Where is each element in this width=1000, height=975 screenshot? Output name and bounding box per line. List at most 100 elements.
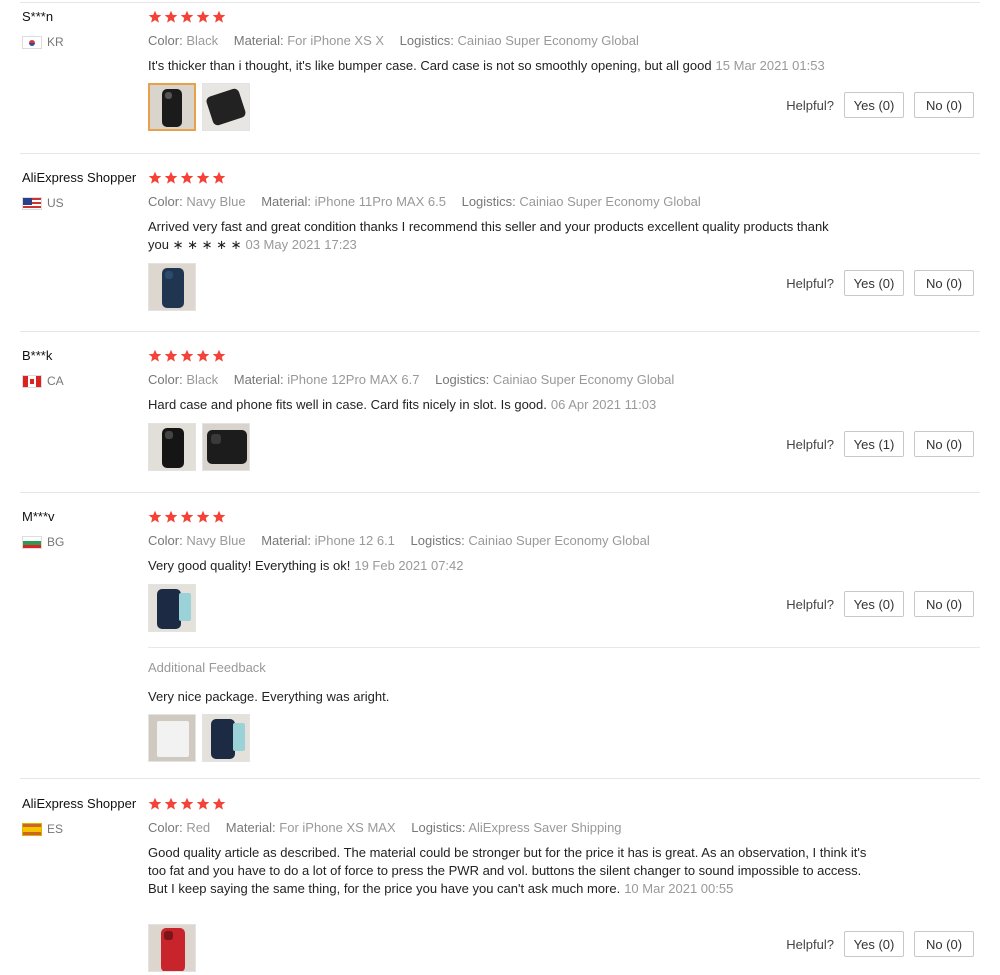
star-icon: [196, 510, 210, 523]
material-value: For iPhone XS X: [287, 33, 385, 48]
color-label: Color:: [148, 33, 183, 48]
order-attributes: Color: Navy Blue Material: iPhone 11Pro …: [148, 194, 701, 209]
order-attributes: Color: Red Material: For iPhone XS MAX L…: [148, 820, 622, 835]
star-icon: [180, 510, 194, 523]
helpful-votes: Helpful? Yes (1) No (0): [786, 431, 974, 457]
helpful-yes-button[interactable]: Yes (1): [844, 431, 904, 457]
star-icon: [180, 797, 194, 810]
review-date: 10 Mar 2021 00:55: [624, 881, 734, 896]
rating-stars: [148, 510, 226, 524]
reviewer-country: BG: [22, 535, 64, 549]
review-date: 19 Feb 2021 07:42: [354, 558, 464, 573]
helpful-yes-button[interactable]: Yes (0): [844, 270, 904, 296]
material-value: iPhone 12Pro MAX 6.7: [287, 372, 420, 387]
logistics-value: Cainiao Super Economy Global: [492, 372, 675, 387]
star-icon: [212, 349, 226, 362]
star-icon: [148, 349, 162, 362]
flag-es-icon: [22, 822, 42, 836]
material-label: Material:: [261, 194, 312, 209]
material-label: Material:: [225, 820, 276, 835]
helpful-yes-button[interactable]: Yes (0): [844, 931, 904, 957]
logistics-label: Logistics:: [461, 194, 516, 209]
star-icon: [164, 10, 178, 23]
color-value: Black: [186, 372, 219, 387]
star-icon: [196, 10, 210, 23]
review-body: Good quality article as described. The m…: [148, 845, 867, 896]
star-icon: [180, 171, 194, 184]
review-date: 15 Mar 2021 01:53: [715, 58, 825, 73]
star-icon: [148, 10, 162, 23]
material-value: iPhone 11Pro MAX 6.5: [314, 194, 446, 209]
review-divider: [20, 492, 980, 493]
helpful-no-button[interactable]: No (0): [914, 591, 974, 617]
review-photo-thumbnail[interactable]: [148, 263, 196, 311]
material-label: Material:: [233, 372, 284, 387]
star-icon: [180, 349, 194, 362]
star-icon: [212, 10, 226, 23]
review-photos: [148, 263, 196, 311]
logistics-value: Cainiao Super Economy Global: [519, 194, 701, 209]
review-photo-thumbnail[interactable]: [148, 423, 196, 471]
rating-stars: [148, 10, 226, 24]
color-value: Black: [186, 33, 219, 48]
review-divider: [20, 153, 980, 154]
reviewer-country: CA: [22, 374, 64, 388]
star-icon: [212, 171, 226, 184]
flag-us-icon: [22, 196, 42, 210]
review-photo-thumbnail[interactable]: [148, 714, 196, 762]
review-body: It's thicker than i thought, it's like b…: [148, 58, 712, 73]
helpful-no-button[interactable]: No (0): [914, 431, 974, 457]
color-value: Navy Blue: [186, 194, 246, 209]
review-photo-thumbnail[interactable]: [202, 83, 250, 131]
star-icon: [196, 797, 210, 810]
order-attributes: Color: Black Material: iPhone 12Pro MAX …: [148, 372, 674, 387]
additional-feedback-divider: [148, 647, 980, 648]
star-icon: [164, 349, 178, 362]
reviewer-name: B***k: [22, 348, 53, 363]
logistics-value: Cainiao Super Economy Global: [457, 33, 639, 48]
helpful-no-button[interactable]: No (0): [914, 931, 974, 957]
review-photo-thumbnail[interactable]: [202, 423, 250, 471]
rating-stars: [148, 171, 226, 185]
additional-feedback-text: Very nice package. Everything was aright…: [148, 689, 390, 704]
top-divider: [20, 2, 980, 3]
logistics-label: Logistics:: [399, 33, 454, 48]
star-icon: [164, 171, 178, 184]
review-text: Very good quality! Everything is ok! 19 F…: [148, 557, 868, 575]
country-code: KR: [47, 35, 64, 49]
helpful-yes-button[interactable]: Yes (0): [844, 591, 904, 617]
helpful-label: Helpful?: [786, 436, 834, 452]
helpful-no-button[interactable]: No (0): [914, 92, 974, 118]
helpful-yes-button[interactable]: Yes (0): [844, 92, 904, 118]
color-label: Color:: [148, 533, 183, 548]
reviewer-country: ES: [22, 822, 63, 836]
color-label: Color:: [148, 194, 183, 209]
review-divider: [20, 778, 980, 779]
country-code: ES: [47, 822, 64, 836]
helpful-no-button[interactable]: No (0): [914, 270, 974, 296]
review-photo-thumbnail[interactable]: [148, 83, 196, 131]
star-icon: [196, 349, 210, 362]
reviewer-name: AliExpress Shopper: [22, 796, 137, 811]
star-icon: [196, 171, 210, 184]
logistics-value: AliExpress Saver Shipping: [468, 820, 622, 835]
review-text: It's thicker than i thought, it's like b…: [148, 57, 908, 75]
flag-ca-icon: [22, 374, 42, 388]
review-photo-thumbnail[interactable]: [202, 714, 250, 762]
color-label: Color:: [148, 820, 183, 835]
logistics-label: Logistics:: [435, 372, 490, 387]
review-photo-thumbnail[interactable]: [148, 584, 196, 632]
star-icon: [212, 797, 226, 810]
logistics-value: Cainiao Super Economy Global: [468, 533, 650, 548]
review-photo-thumbnail[interactable]: [148, 924, 196, 972]
rating-stars: [148, 349, 226, 363]
helpful-label: Helpful?: [786, 275, 834, 291]
rating-stars: [148, 797, 226, 811]
reviewer-name: AliExpress Shopper: [22, 170, 137, 185]
additional-feedback-title: Additional Feedback: [148, 660, 266, 675]
review-text: Arrived very fast and great condition th…: [148, 218, 848, 254]
reviewer-name: M***v: [22, 509, 55, 524]
helpful-votes: Helpful? Yes (0) No (0): [786, 931, 974, 957]
order-attributes: Color: Navy Blue Material: iPhone 12 6.1…: [148, 533, 650, 548]
country-code: US: [47, 196, 64, 210]
